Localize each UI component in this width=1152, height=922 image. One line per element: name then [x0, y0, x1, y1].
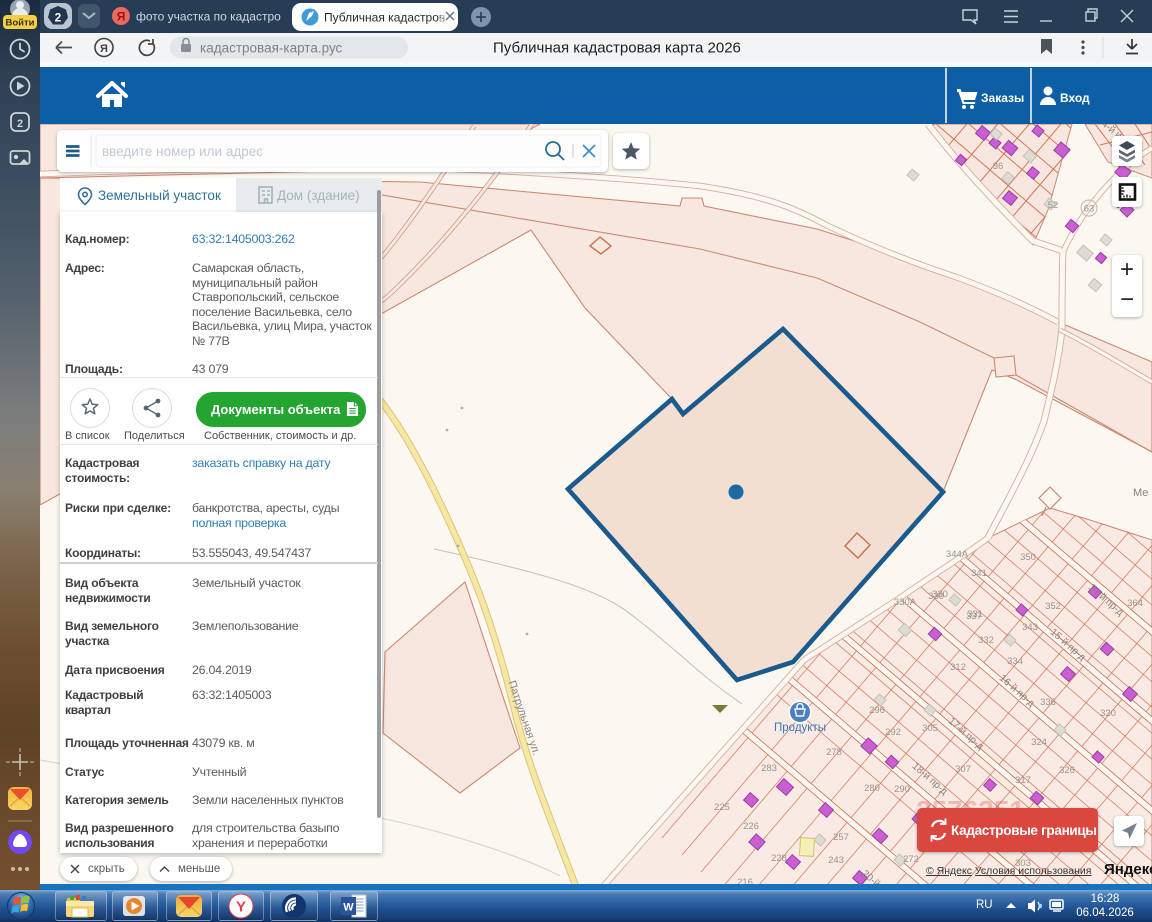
svg-text:226: 226	[743, 821, 759, 832]
svg-text:Публичная кадастровая карта 20: Публичная кадастровая карта 2026	[493, 40, 741, 57]
svg-text:Публичная кадастров: Публичная кадастров	[324, 11, 445, 25]
svg-text:343: 343	[1022, 622, 1038, 633]
svg-text:Вход: Вход	[1060, 91, 1090, 105]
svg-text:Дом (здание): Дом (здание)	[277, 188, 360, 203]
svg-text:225: 225	[714, 802, 730, 813]
svg-text:Кадастровые границы: Кадастровые границы	[951, 823, 1097, 838]
svg-text:296: 296	[869, 705, 885, 716]
svg-text:Земельный участок: Земельный участок	[98, 188, 221, 203]
svg-text:216: 216	[737, 877, 753, 884]
svg-text:введите номер или адрес: введите номер или адрес	[102, 144, 263, 159]
svg-text:кадастровая-карта.рус: кадастровая-карта.рус	[200, 41, 343, 56]
svg-text:Войти: Войти	[6, 18, 35, 29]
svg-text:Продукты: Продукты	[774, 722, 826, 734]
svg-text:336: 336	[1040, 697, 1056, 708]
svg-text:2: 2	[17, 118, 23, 130]
svg-text:Ме: Ме	[1133, 487, 1148, 499]
svg-text:344A: 344A	[946, 549, 969, 560]
svg-text:W: W	[343, 902, 354, 914]
svg-text:63: 63	[1084, 204, 1095, 215]
svg-text:Заказы: Заказы	[981, 91, 1024, 105]
svg-text:364: 364	[1127, 598, 1143, 609]
svg-text:243: 243	[828, 855, 844, 866]
svg-text:Я: Я	[117, 10, 126, 24]
svg-text:330A: 330A	[894, 597, 917, 608]
svg-text:Я: Я	[100, 43, 108, 55]
svg-text:257: 257	[833, 832, 849, 843]
svg-text:334: 334	[1007, 656, 1023, 667]
svg-text:228: 228	[771, 853, 787, 864]
svg-text:272: 272	[903, 854, 919, 865]
svg-text:292: 292	[885, 727, 901, 738]
svg-text:283: 283	[761, 763, 777, 774]
svg-text:352: 352	[1045, 601, 1061, 612]
svg-text:а: а	[439, 11, 446, 25]
svg-text:330: 330	[932, 589, 948, 600]
svg-text:350: 350	[1020, 552, 1036, 563]
svg-text:307: 307	[955, 764, 971, 775]
svg-text:Y: Y	[236, 899, 246, 916]
svg-text:326: 326	[1059, 765, 1075, 776]
svg-text:317: 317	[1015, 775, 1031, 786]
svg-text:фото участка по кадастро: фото участка по кадастро	[136, 10, 281, 24]
svg-text:332: 332	[978, 635, 994, 646]
svg-text:305: 305	[922, 723, 938, 734]
svg-text:278: 278	[826, 747, 842, 758]
svg-text:320: 320	[1100, 708, 1116, 719]
svg-text:312: 312	[950, 662, 966, 673]
svg-text:331: 331	[967, 609, 983, 620]
svg-text:341: 341	[971, 568, 987, 579]
svg-text:324: 324	[1031, 737, 1047, 748]
svg-text:280: 280	[864, 783, 880, 794]
svg-text:2: 2	[55, 11, 62, 25]
svg-text:290: 290	[894, 784, 910, 795]
svg-text:52: 52	[1048, 200, 1059, 211]
svg-text:36: 36	[993, 161, 1004, 172]
